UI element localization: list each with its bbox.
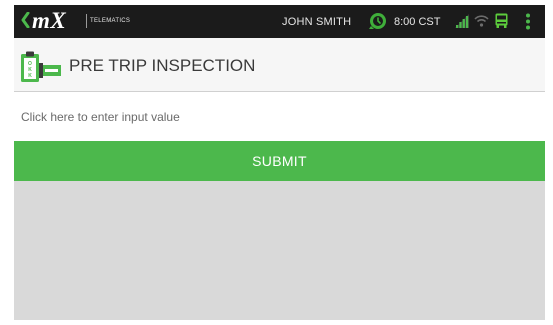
signal-icon <box>455 14 469 28</box>
app-frame: mX TELEMATICS JOHN SMITH 8:00 CST O K K … <box>14 5 545 320</box>
clock-icon[interactable] <box>369 12 387 30</box>
overflow-menu-icon[interactable] <box>525 13 531 30</box>
logo: mX <box>32 8 67 33</box>
header: O K K PRE TRIP INSPECTION <box>14 38 545 92</box>
content-area <box>14 181 545 320</box>
status-bar: mX TELEMATICS JOHN SMITH 8:00 CST <box>14 5 545 38</box>
driver-name: JOHN SMITH <box>282 16 352 28</box>
input-row <box>14 92 545 141</box>
inspection-input-field[interactable] <box>14 92 545 141</box>
submit-button[interactable]: SUBMIT <box>14 141 545 181</box>
logo-subtitle: TELEMATICS <box>90 18 131 24</box>
page-title: PRE TRIP INSPECTION <box>69 56 256 75</box>
clock-time: 8:00 CST <box>394 16 441 28</box>
logo-chevron-icon <box>21 12 30 28</box>
svg-text:K: K <box>28 73 32 79</box>
wifi-icon <box>474 15 489 27</box>
bus-icon[interactable] <box>495 13 508 28</box>
logo-divider <box>86 14 87 28</box>
inspection-clipboard-icon: O K K <box>21 51 61 82</box>
